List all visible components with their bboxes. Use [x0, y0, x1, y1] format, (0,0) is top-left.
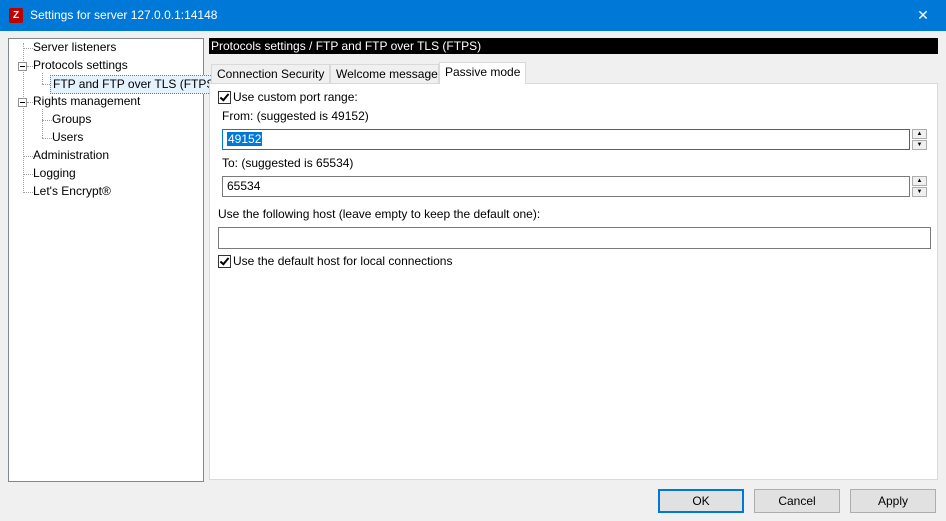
tree-connector: [42, 138, 52, 139]
spin-down-icon[interactable]: ▼: [912, 140, 927, 150]
tree-item-groups[interactable]: Groups: [52, 111, 91, 128]
from-port-input[interactable]: 49152: [222, 129, 910, 150]
cancel-button[interactable]: Cancel: [754, 489, 840, 513]
title-bar: Z Settings for server 127.0.0.1:14148 ✕: [0, 0, 946, 31]
tab-welcome-message[interactable]: Welcome message: [330, 64, 439, 83]
custom-port-range-checkbox[interactable]: [218, 91, 231, 104]
tree-item-ftp-ftps[interactable]: FTP and FTP over TLS (FTPS): [50, 75, 222, 94]
default-host-local-checkbox[interactable]: [218, 255, 231, 268]
tree-connector: [23, 192, 33, 193]
from-port-stepper[interactable]: ▲ ▼: [912, 129, 929, 150]
to-port-stepper[interactable]: ▲ ▼: [912, 176, 929, 197]
tab-connection-security[interactable]: Connection Security: [211, 64, 330, 83]
tree-connector: [42, 109, 43, 138]
apply-button[interactable]: Apply: [850, 489, 936, 513]
spin-up-icon[interactable]: ▲: [912, 176, 927, 186]
tree-item-logging[interactable]: Logging: [33, 165, 76, 182]
tree-connector: [23, 174, 33, 175]
tree-item-lets-encrypt[interactable]: Let's Encrypt®: [33, 183, 111, 200]
tree-connector: [23, 48, 33, 49]
to-port-input[interactable]: 65534: [222, 176, 910, 197]
tree-connector: [23, 156, 33, 157]
collapse-icon[interactable]: [18, 62, 27, 71]
close-button[interactable]: ✕: [900, 0, 946, 31]
collapse-icon[interactable]: [18, 98, 27, 107]
default-host-local-label: Use the default host for local connectio…: [233, 254, 453, 268]
to-port-label: To: (suggested is 65534): [222, 156, 354, 170]
tree-item-users[interactable]: Users: [52, 129, 83, 146]
host-label: Use the following host (leave empty to k…: [218, 207, 541, 221]
tree-item-rights-management[interactable]: Rights management: [33, 93, 140, 110]
tab-passive-mode[interactable]: Passive mode: [439, 62, 526, 84]
passive-mode-panel: Use custom port range: From: (suggested …: [209, 83, 938, 480]
settings-tree[interactable]: Server listeners Protocols settings FTP …: [8, 38, 222, 482]
ok-button[interactable]: OK: [658, 489, 744, 513]
tree-item-server-listeners[interactable]: Server listeners: [33, 39, 116, 56]
page-title: Protocols settings / FTP and FTP over TL…: [209, 38, 938, 54]
tree-connector: [42, 120, 52, 121]
spin-up-icon[interactable]: ▲: [912, 129, 927, 139]
to-port-value: 65534: [227, 179, 261, 193]
close-icon: ✕: [917, 7, 929, 23]
filezilla-app-icon: Z: [9, 8, 23, 23]
spin-down-icon[interactable]: ▼: [912, 187, 927, 197]
host-input[interactable]: [218, 227, 931, 249]
from-port-label: From: (suggested is 49152): [222, 109, 369, 123]
tree-item-administration[interactable]: Administration: [33, 147, 109, 164]
tree-item-protocols-settings[interactable]: Protocols settings: [33, 57, 128, 74]
tree-connector: [42, 73, 43, 84]
window-title: Settings for server 127.0.0.1:14148: [30, 8, 218, 22]
from-port-value: 49152: [227, 132, 263, 146]
custom-port-range-label: Use custom port range:: [233, 90, 358, 104]
